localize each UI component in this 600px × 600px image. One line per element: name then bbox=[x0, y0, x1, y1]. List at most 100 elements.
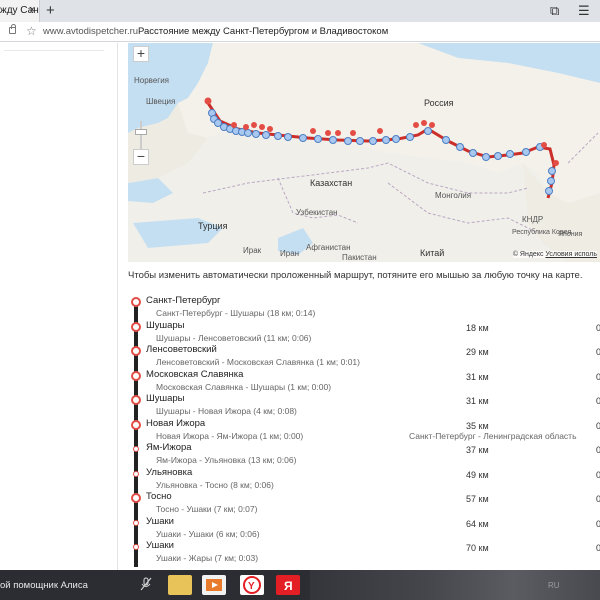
map-label-kazakhstan: Казахстан bbox=[310, 178, 353, 188]
stop-name[interactable]: Ульяновка bbox=[146, 467, 192, 478]
segment-info: Ленсоветовский - Московская Славянка (1 … bbox=[156, 357, 360, 367]
map-label-dprk: КНДР bbox=[522, 215, 544, 224]
map-label-japan: Япония bbox=[558, 231, 583, 238]
route-marker-icon bbox=[131, 370, 141, 381]
stop-name[interactable]: Ленсоветовский bbox=[146, 344, 217, 355]
route-stop[interactable]: Шушары 31 км 0 Шушары - Новая Ижора (4 км; … bbox=[128, 392, 600, 417]
map-label-sweden: Швеция bbox=[146, 97, 176, 106]
tab-bar: жду Сан × + ⧉ ☰ bbox=[0, 0, 600, 22]
map-label-russia: Россия bbox=[424, 98, 454, 108]
map-label-afghanistan: Афганистан bbox=[306, 243, 351, 252]
route-marker-icon bbox=[131, 321, 141, 332]
sidebar-divider bbox=[4, 50, 104, 51]
yandex-browser-icon[interactable]: Y bbox=[240, 575, 264, 595]
stop-distance: 57 км bbox=[466, 494, 489, 504]
url-text[interactable]: www.avtodispetcher.ru bbox=[43, 26, 138, 37]
stop-name[interactable]: Новая Ижора bbox=[146, 418, 205, 429]
assistant-search-text[interactable]: ой помощник Алиса bbox=[0, 580, 88, 591]
svg-text:Y: Y bbox=[248, 581, 255, 592]
segment-info: Ульяновка - Тосно (8 км; 0:06) bbox=[156, 479, 274, 490]
new-tab-button[interactable]: + bbox=[46, 2, 55, 19]
stop-distance: 64 км bbox=[466, 518, 489, 529]
route-stop[interactable]: Ульяновка 49 км 0 Ульяновка - Тосно (8 км; … bbox=[128, 466, 600, 491]
zoom-slider-handle[interactable] bbox=[135, 129, 147, 135]
route-hint: Чтобы изменить автоматически проложенный… bbox=[128, 270, 583, 281]
stop-distance: 70 км bbox=[466, 543, 489, 553]
route-stop[interactable]: Ленсоветовский 29 км 0 Ленсоветовский - Мос… bbox=[128, 343, 600, 368]
route-map[interactable]: + − Норвегия Швеция Россия Казахстан Узб… bbox=[128, 43, 600, 262]
map-label-iraq: Ирак bbox=[243, 246, 262, 255]
left-sidebar bbox=[0, 43, 118, 570]
map-copyright: © Яндекс Условия исполь bbox=[512, 251, 597, 258]
stop-distance: 37 км bbox=[466, 445, 489, 455]
route-list: Санкт-Петербург Санкт-Петербург - Шушары … bbox=[128, 292, 600, 567]
route-marker-icon bbox=[131, 419, 141, 430]
segment-info: Тосно - Ушаки (7 км; 0:07) bbox=[156, 504, 258, 514]
route-stop[interactable]: Санкт-Петербург Санкт-Петербург - Шушары … bbox=[128, 294, 600, 319]
segment-info: Ушаки - Ушаки (6 км; 0:06) bbox=[156, 528, 260, 539]
route-marker-icon bbox=[131, 493, 141, 503]
route-stop[interactable]: Новая Ижора 35 км 0 Новая Ижора - Ям-Ижора … bbox=[128, 417, 600, 442]
segment-info: Шушары - Новая Ижора (4 км; 0:08) bbox=[156, 406, 297, 416]
map-label-turkey: Турция bbox=[198, 221, 228, 231]
lock-icon[interactable] bbox=[9, 24, 16, 34]
browser-tab[interactable]: жду Сан × bbox=[0, 0, 40, 22]
stop-name[interactable]: Ушаки bbox=[146, 540, 174, 551]
stop-name[interactable]: Тосно bbox=[146, 491, 172, 502]
segment-region: Санкт-Петербург - Ленинградская область bbox=[409, 430, 577, 441]
map-terms-link[interactable]: Условия исполь bbox=[545, 251, 597, 258]
stop-time: 0 bbox=[596, 322, 600, 333]
yandex-icon[interactable]: Я bbox=[276, 575, 300, 595]
stop-time: 0 bbox=[596, 469, 600, 480]
page-title[interactable]: Расстояние между Санкт-Петербургом и Вла… bbox=[138, 26, 388, 37]
stop-name[interactable]: Ям-Ижора bbox=[146, 442, 192, 453]
segment-info: Ям-Ижора - Ульяновка (13 км; 0:06) bbox=[156, 455, 297, 465]
address-bar: ☆ www.avtodispetcher.ru Расстояние между… bbox=[0, 22, 600, 42]
file-explorer-icon[interactable] bbox=[168, 575, 192, 595]
route-stop[interactable]: Тосно 57 км 0 Тосно - Ушаки (7 км; 0:07) bbox=[128, 490, 600, 515]
stop-time: 0 bbox=[596, 371, 600, 382]
route-stop[interactable]: Ушаки 64 км 0 Ушаки - Ушаки (6 км; 0:06) bbox=[128, 515, 600, 540]
route-marker-icon bbox=[131, 346, 141, 356]
segment-info: Московская Славянка - Шушары (1 км; 0:00… bbox=[156, 381, 332, 392]
segment-info: Новая Ижора - Ям-Ижора (1 км; 0:00) bbox=[156, 430, 304, 441]
zoom-in-button[interactable]: + bbox=[133, 46, 149, 62]
stop-name[interactable]: Московская Славянка bbox=[146, 369, 243, 380]
media-player-icon[interactable] bbox=[202, 575, 226, 595]
taskbar-overlay-photo bbox=[310, 570, 600, 600]
stop-time: 0 bbox=[596, 347, 600, 357]
yandex-copyright: © Яндекс bbox=[512, 251, 544, 258]
route-stop[interactable]: Московская Славянка 31 км 0 Московская Слав… bbox=[128, 368, 600, 393]
route-marker-icon bbox=[133, 470, 139, 477]
microphone-off-icon[interactable] bbox=[140, 577, 152, 591]
route-stop[interactable]: Шушары 18 км 0 Шушары - Ленсоветовский (11 … bbox=[128, 319, 600, 344]
route-stop[interactable]: Ям-Ижора 37 км 0 Ям-Ижора - Ульяновка (13 к… bbox=[128, 441, 600, 466]
segment-info: Шушары - Ленсоветовский (11 км; 0:06) bbox=[156, 332, 312, 343]
bookmarks-icon[interactable]: ⧉ bbox=[550, 3, 559, 19]
route-marker-icon bbox=[133, 519, 139, 526]
stop-distance: 18 км bbox=[466, 322, 489, 333]
stop-name[interactable]: Санкт-Петербург bbox=[146, 295, 221, 306]
zoom-out-button[interactable]: − bbox=[133, 149, 149, 165]
map-label-uzbekistan: Узбекистан bbox=[296, 208, 338, 217]
stop-time: 0 bbox=[596, 518, 600, 529]
menu-icon[interactable]: ☰ bbox=[578, 3, 590, 19]
route-stop[interactable]: Ушаки 70 км 0 Ушаки - Жары (7 км; 0:03) bbox=[128, 539, 600, 564]
segment-info: Ушаки - Жары (7 км; 0:03) bbox=[156, 553, 259, 563]
map-label-norway: Норвегия bbox=[134, 76, 170, 85]
route-marker-icon bbox=[133, 446, 139, 452]
stop-name[interactable]: Шушары bbox=[146, 393, 184, 404]
segment-info: Санкт-Петербург - Шушары (18 км; 0:14) bbox=[156, 308, 316, 318]
svg-text:Я: Я bbox=[284, 579, 293, 593]
tab-close-icon[interactable]: × bbox=[29, 4, 35, 16]
stop-distance: 35 км bbox=[466, 420, 489, 431]
stop-distance: 29 км bbox=[466, 347, 489, 357]
stop-name[interactable]: Шушары bbox=[146, 320, 184, 331]
stop-distance: 49 км bbox=[466, 469, 489, 480]
map-label-pakistan: Пакистан bbox=[342, 253, 377, 262]
map-label-iran: Иран bbox=[280, 249, 300, 258]
stop-name[interactable]: Ушаки bbox=[146, 516, 174, 527]
map-label-china: Китай bbox=[420, 248, 445, 258]
bookmark-star-icon[interactable]: ☆ bbox=[26, 24, 37, 38]
stop-distance: 31 км bbox=[466, 396, 489, 406]
